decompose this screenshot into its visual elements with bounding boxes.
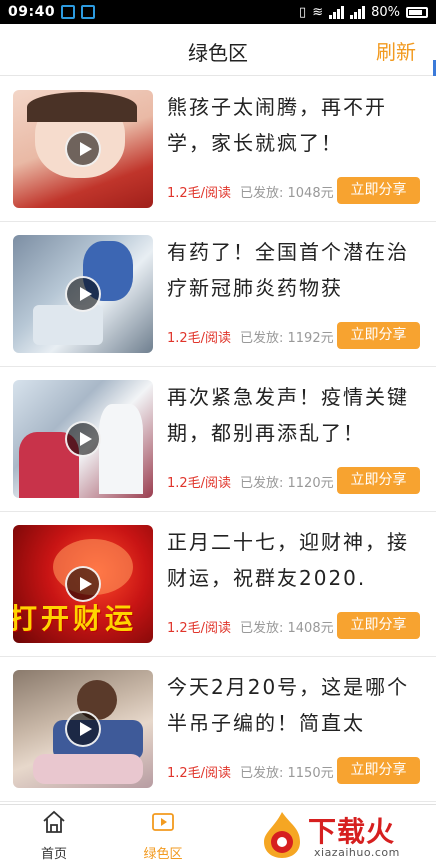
status-time: 09:40 (8, 4, 56, 20)
tab-green-zone[interactable]: 绿色区 (123, 809, 203, 862)
play-icon[interactable] (65, 566, 101, 602)
watermark-logo: 下载火 xiazaihuo.com (256, 804, 436, 866)
price-per-read: 1.2毛/阅读 (167, 186, 232, 201)
tab-home[interactable]: 首页 (14, 809, 94, 862)
article-title[interactable]: 熊孩子太闹腾，再不开学，家长就疯了！ (167, 89, 425, 161)
watermark-url: xiazaihuo.com (314, 846, 400, 859)
list-item[interactable]: 熊孩子太闹腾，再不开学，家长就疯了！ 1.2毛/阅读 已发放: 1048元 立即… (0, 77, 436, 222)
article-thumbnail[interactable] (13, 670, 153, 788)
share-button[interactable]: 立即分享 (337, 467, 420, 494)
article-title[interactable]: 今天2月20号，这是哪个半吊子编的！简直太 (167, 669, 425, 741)
play-icon[interactable] (65, 711, 101, 747)
thumbnail-overlay-text: 打开财运 (13, 602, 138, 635)
amount-sent: 已发放: 1192元 (240, 331, 334, 346)
amount-sent: 已发放: 1120元 (240, 476, 334, 491)
tab-green-label: 绿色区 (143, 847, 183, 862)
screenshot-icon (81, 5, 96, 19)
status-bar: 09:40 ▯ ≋ 80% (0, 0, 436, 24)
article-title[interactable]: 有药了！全国首个潜在治疗新冠肺炎药物获 (167, 234, 425, 306)
play-icon[interactable] (65, 131, 101, 167)
share-button[interactable]: 立即分享 (337, 757, 420, 784)
flame-logo-icon (264, 812, 300, 858)
amount-sent: 已发放: 1408元 (240, 621, 334, 636)
article-title[interactable]: 正月二十七，迎财神，接财运，祝群友2020. (167, 524, 425, 596)
app-header: 绿色区 刷新 (0, 24, 436, 76)
article-thumbnail[interactable] (13, 235, 153, 353)
price-per-read: 1.2毛/阅读 (167, 766, 232, 781)
watermark-text: 下载火 (308, 815, 396, 848)
price-per-read: 1.2毛/阅读 (167, 331, 232, 346)
wifi-icon: ≋ (312, 4, 324, 20)
price-per-read: 1.2毛/阅读 (167, 621, 232, 636)
play-icon[interactable] (65, 276, 101, 312)
list-item[interactable]: 打开财运 正月二十七，迎财神，接财运，祝群友2020. 1.2毛/阅读 已发放:… (0, 512, 436, 657)
price-per-read: 1.2毛/阅读 (167, 476, 232, 491)
article-list: 熊孩子太闹腾，再不开学，家长就疯了！ 1.2毛/阅读 已发放: 1048元 立即… (0, 77, 436, 802)
article-thumbnail[interactable] (13, 90, 153, 208)
share-button[interactable]: 立即分享 (337, 177, 420, 204)
list-item[interactable]: 今天2月20号，这是哪个半吊子编的！简直太 1.2毛/阅读 已发放: 1150元… (0, 657, 436, 802)
tab-home-label: 首页 (40, 847, 67, 862)
bottom-tab-bar: 首页 绿色区 下载火 xiazaihuo.com (0, 804, 436, 866)
message-icon (61, 5, 76, 19)
battery-icon (406, 6, 428, 18)
signal-icon (329, 5, 345, 19)
article-thumbnail[interactable]: 打开财运 (13, 525, 153, 643)
list-item[interactable]: 再次紧急发声！疫情关键期，都别再添乱了！ 1.2毛/阅读 已发放: 1120元 … (0, 367, 436, 512)
refresh-button[interactable]: 刷新 (376, 36, 416, 65)
home-icon (43, 810, 65, 833)
article-thumbnail[interactable] (13, 380, 153, 498)
share-button[interactable]: 立即分享 (337, 322, 420, 349)
vibrate-icon: ▯ (299, 4, 307, 20)
article-title[interactable]: 再次紧急发声！疫情关键期，都别再添乱了！ (167, 379, 425, 451)
signal-2-icon (350, 5, 366, 19)
video-play-icon (152, 813, 174, 831)
page-title: 绿色区 (188, 41, 248, 65)
play-icon[interactable] (65, 421, 101, 457)
amount-sent: 已发放: 1150元 (240, 766, 334, 781)
amount-sent: 已发放: 1048元 (240, 186, 334, 201)
list-item[interactable]: 有药了！全国首个潜在治疗新冠肺炎药物获 1.2毛/阅读 已发放: 1192元 立… (0, 222, 436, 367)
share-button[interactable]: 立即分享 (337, 612, 420, 639)
battery-percent: 80% (371, 4, 400, 20)
